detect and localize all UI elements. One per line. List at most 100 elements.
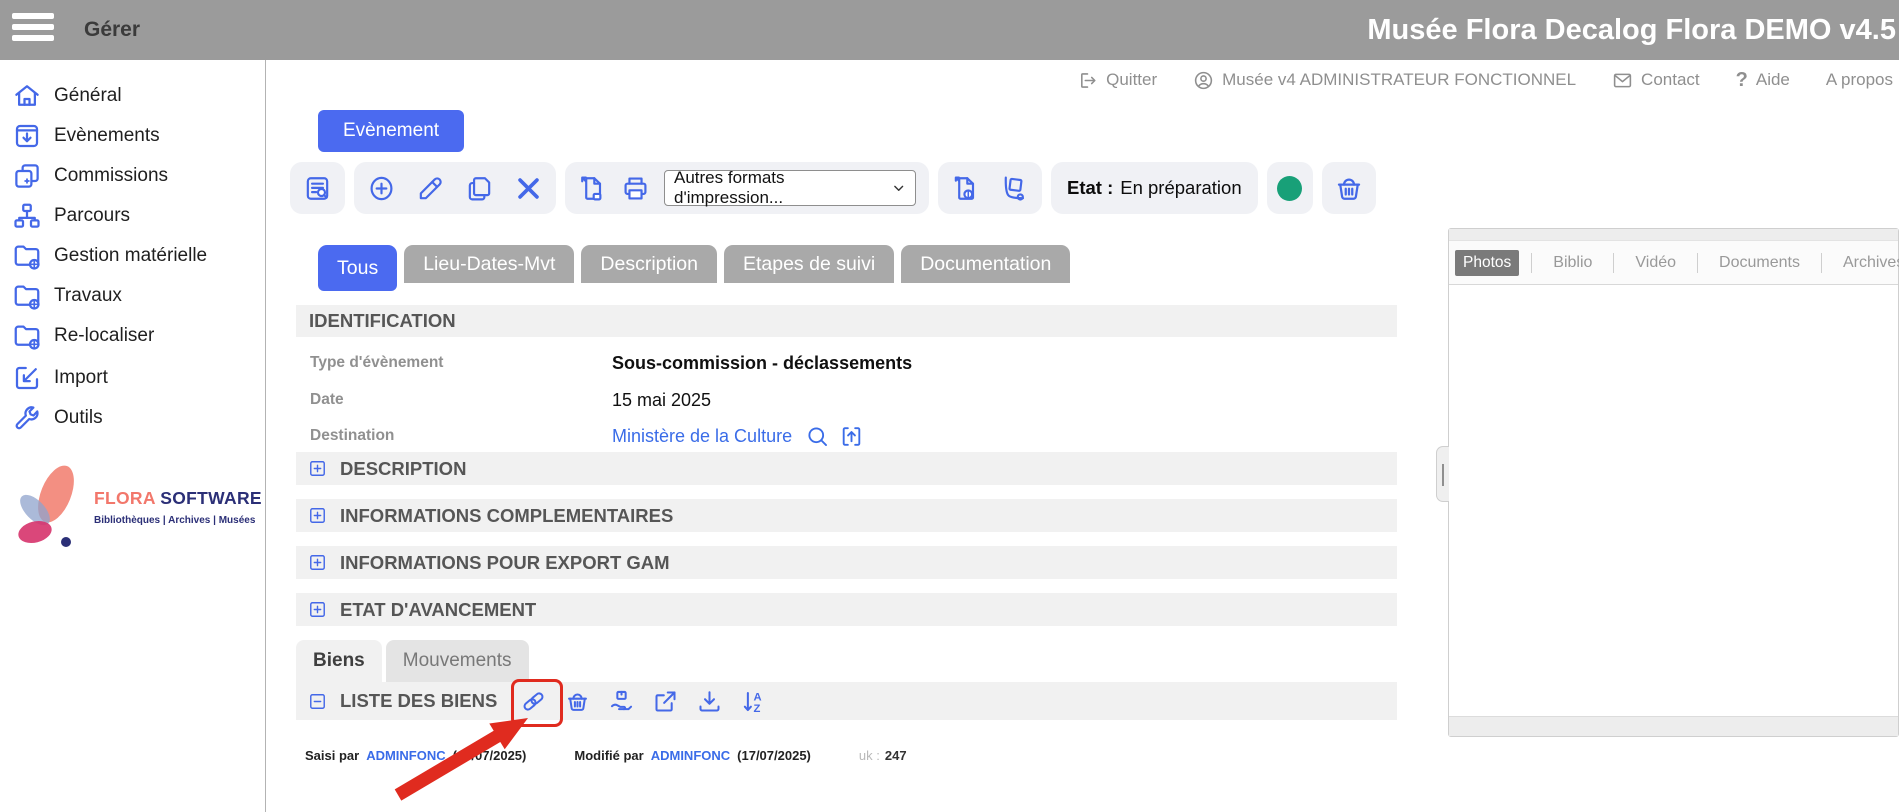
sidebar: Général Evènements Commissions Parcours … <box>0 60 266 812</box>
tab-documents[interactable]: Documents <box>1697 253 1821 273</box>
media-panel-footer <box>1449 716 1898 736</box>
liste-actions: AZ <box>520 688 767 715</box>
media-panel: Photos Biblio Vidéo Documents Archives <box>1448 228 1899 737</box>
liste-des-biens-bar: LISTE DES BIENS AZ <box>296 682 1397 720</box>
tab-etapes-de-suivi[interactable]: Etapes de suivi <box>724 245 894 283</box>
tab-lieu-dates-mvt[interactable]: Lieu-Dates-Mvt <box>404 245 574 283</box>
field-row-destination: Destination Ministère de la Culture <box>296 420 1397 452</box>
sidebar-item-commissions[interactable]: Commissions <box>0 156 260 196</box>
add-icon[interactable] <box>367 174 396 203</box>
logout-icon <box>1077 70 1098 91</box>
field-row-type: Type d'évènement Sous-commission - décla… <box>296 348 1397 378</box>
biens-tabs: Biens Mouvements <box>296 640 529 682</box>
expand-plus-icon[interactable] <box>308 459 327 478</box>
section-informations-export-gam[interactable]: INFORMATIONS POUR EXPORT GAM <box>296 546 1397 579</box>
chevron-down-icon <box>891 180 906 196</box>
sitemap-icon <box>12 201 42 231</box>
sidebar-item-outils[interactable]: Outils <box>0 398 260 438</box>
basket-icon[interactable] <box>564 688 591 715</box>
duplicate-icon[interactable] <box>465 174 494 203</box>
toolbar-group-print: Autres formats d'impression... <box>565 162 929 214</box>
status-display: Etat : En préparation <box>1051 162 1258 214</box>
list-search-icon[interactable] <box>303 174 332 203</box>
media-panel-top-strip <box>1449 229 1898 241</box>
sidebar-item-general[interactable]: Général <box>0 76 260 116</box>
brand-tagline: Bibliothèques | Archives | Musées <box>94 515 262 526</box>
green-status-dot <box>1277 176 1302 201</box>
panel-collapse-handle[interactable] <box>1436 446 1449 502</box>
identification-header: IDENTIFICATION <box>296 305 1397 337</box>
home-icon <box>12 81 42 111</box>
field-row-date: Date 15 mai 2025 <box>296 385 1397 415</box>
sort-az-icon[interactable]: AZ <box>740 688 767 715</box>
delete-icon[interactable] <box>514 174 543 203</box>
toolbar-group-transfer <box>938 162 1042 214</box>
basket-icon <box>1334 173 1364 203</box>
open-record-icon[interactable] <box>839 424 864 449</box>
modifie-user-link[interactable]: ADMINFONC <box>651 748 730 763</box>
download-icon[interactable] <box>696 688 723 715</box>
media-panel-body <box>1449 285 1898 716</box>
aide-link[interactable]: ? Aide <box>1736 69 1790 92</box>
tab-archives[interactable]: Archives <box>1821 253 1899 273</box>
flora-software-logo: FLORA SOFTWARE Bibliothèques | Archives … <box>6 452 262 562</box>
tab-mouvements[interactable]: Mouvements <box>386 640 529 682</box>
edit-icon[interactable] <box>416 174 445 203</box>
tab-biblio[interactable]: Biblio <box>1531 253 1613 273</box>
expand-plus-icon[interactable] <box>308 506 327 525</box>
wrench-icon <box>12 403 42 433</box>
saisi-user-link[interactable]: ADMINFONC <box>366 748 445 763</box>
toolbar-group-search <box>290 162 345 214</box>
hand-box-icon[interactable] <box>608 688 635 715</box>
sidebar-item-parcours[interactable]: Parcours <box>0 196 260 236</box>
user-account[interactable]: Musée v4 ADMINISTRATEUR FONCTIONNEL <box>1193 70 1576 91</box>
sidebar-item-import[interactable]: Import <box>0 358 260 398</box>
status-label: Etat : <box>1067 177 1113 199</box>
expand-plus-icon[interactable] <box>308 600 327 619</box>
status-indicator-button[interactable] <box>1267 162 1313 214</box>
quitter-link[interactable]: Quitter <box>1077 70 1157 91</box>
export-document-icon[interactable] <box>578 174 607 203</box>
collapse-minus-icon[interactable] <box>308 692 327 711</box>
print-icon[interactable] <box>621 174 650 203</box>
help-icon: ? <box>1736 69 1748 92</box>
section-informations-complementaires[interactable]: INFORMATIONS COMPLEMENTAIRES <box>296 499 1397 532</box>
attach-document-icon[interactable] <box>951 174 980 203</box>
folder-globe-icon <box>12 281 42 311</box>
svg-text:A: A <box>754 691 762 703</box>
tab-description[interactable]: Description <box>581 245 717 283</box>
basket-button[interactable] <box>1322 162 1376 214</box>
section-description[interactable]: DESCRIPTION <box>296 452 1397 485</box>
section-etat-avancement[interactable]: ETAT D'AVANCEMENT <box>296 593 1397 626</box>
destination-link[interactable]: Ministère de la Culture <box>612 426 792 447</box>
sidebar-item-travaux[interactable]: Travaux <box>0 276 260 316</box>
envelope-icon <box>1612 70 1633 91</box>
tab-video[interactable]: Vidéo <box>1613 253 1697 273</box>
audit-line: Saisi par ADMINFONC (17/07/2025) Modifié… <box>305 748 907 763</box>
tab-biens[interactable]: Biens <box>296 640 382 682</box>
top-bar: Gérer Musée Flora Decalog Flora DEMO v4.… <box>0 0 1899 60</box>
external-link-icon[interactable] <box>652 688 679 715</box>
status-value: En préparation <box>1120 177 1241 199</box>
search-icon[interactable] <box>805 424 830 449</box>
print-format-select[interactable]: Autres formats d'impression... <box>664 170 916 206</box>
tab-photos[interactable]: Photos <box>1455 250 1519 276</box>
trolley-icon[interactable] <box>1000 174 1029 203</box>
contact-link[interactable]: Contact <box>1612 70 1700 91</box>
sidebar-item-evenements[interactable]: Evènements <box>0 116 260 156</box>
sidebar-item-re-localiser[interactable]: Re-localiser <box>0 316 260 356</box>
flora-flower-icon <box>8 452 90 554</box>
tab-documentation[interactable]: Documentation <box>901 245 1070 283</box>
link-icon[interactable] <box>520 688 547 715</box>
import-icon <box>12 363 42 393</box>
inbox-arrow-icon <box>12 121 42 151</box>
sidebar-item-gestion-materielle[interactable]: Gestion matérielle <box>0 236 260 276</box>
hamburger-menu-icon[interactable] <box>12 13 56 47</box>
record-type-button[interactable]: Evènement <box>318 110 464 152</box>
user-icon <box>1193 70 1214 91</box>
a-propos-link[interactable]: A propos <box>1826 70 1893 90</box>
module-title: Gérer <box>84 0 140 60</box>
expand-plus-icon[interactable] <box>308 553 327 572</box>
svg-text:Z: Z <box>754 703 761 715</box>
tab-tous[interactable]: Tous <box>318 245 397 291</box>
